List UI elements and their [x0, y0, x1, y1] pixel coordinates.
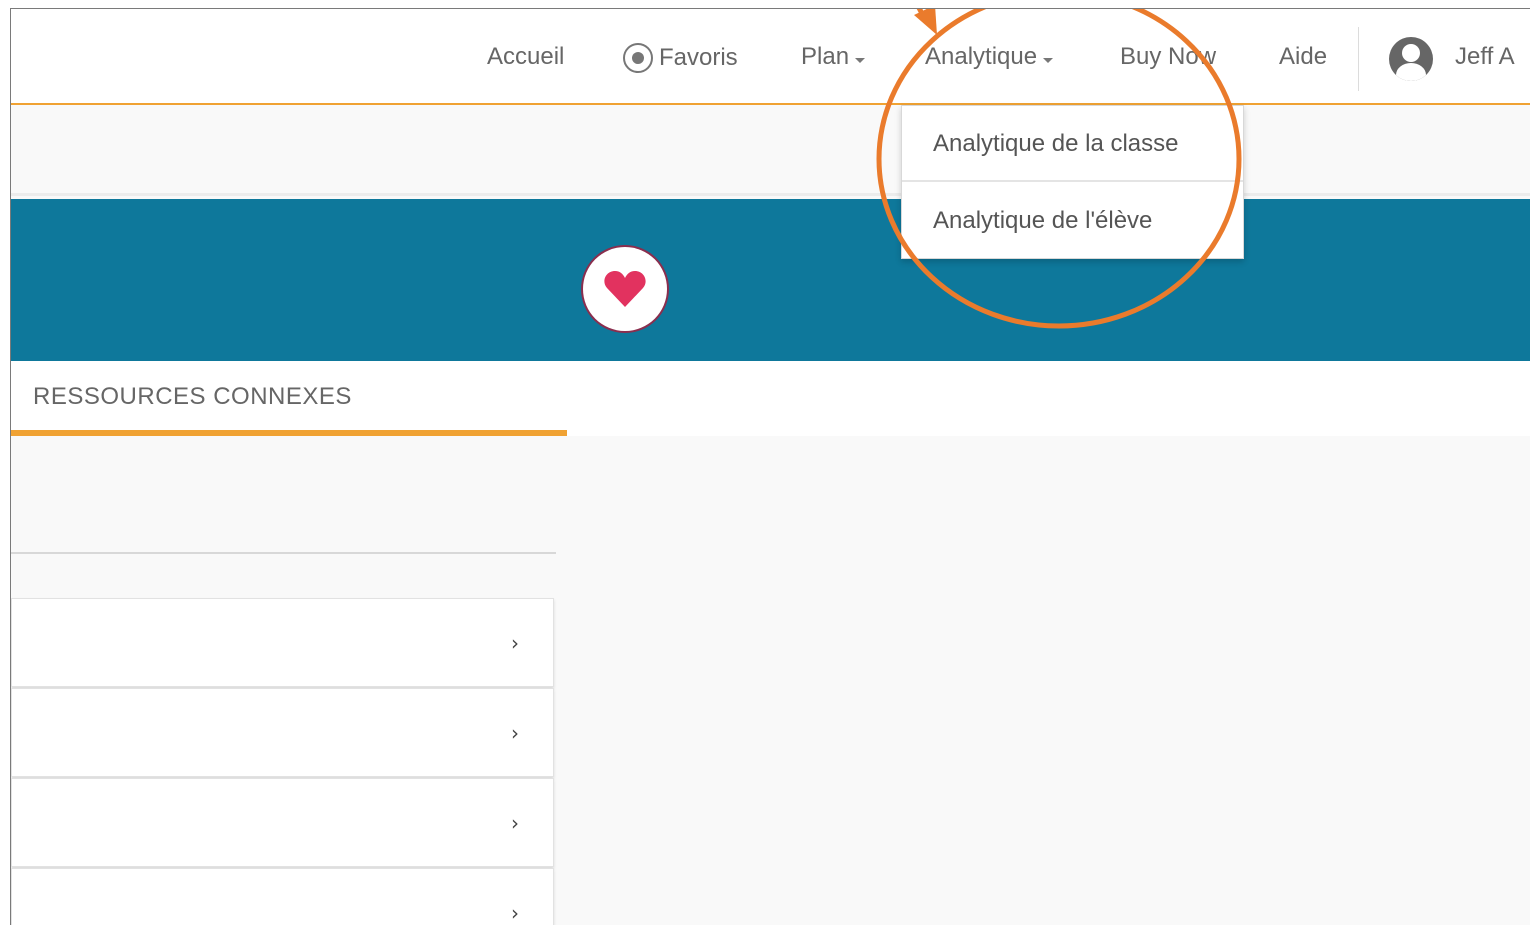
heart-shape-icon	[604, 271, 646, 307]
caret-down-icon	[1043, 57, 1054, 63]
nav-buy-now-link[interactable]: Buy Now	[1120, 43, 1216, 71]
caret-down-icon	[855, 57, 866, 63]
tab-bar: RESSOURCES CONNEXES	[11, 361, 1530, 436]
user-menu-link[interactable]: Jeff A	[1455, 43, 1515, 71]
nav-help-label: Aide	[1279, 43, 1328, 70]
nav-help-link[interactable]: Aide	[1279, 43, 1327, 71]
list-item[interactable]: ›	[11, 598, 554, 687]
nav-home-label: Accueil	[487, 43, 565, 70]
user-avatar-icon[interactable]	[1389, 37, 1433, 81]
menu-item-student-analytics-label: Analytique de l'élève	[933, 207, 1153, 234]
nav-favorites-label: Favoris	[659, 44, 738, 71]
user-icon-head	[1402, 44, 1420, 62]
nav-analytics-dropdown[interactable]: Analytique	[925, 43, 1054, 71]
list-item[interactable]: ›	[11, 688, 554, 777]
nav-divider	[1358, 27, 1359, 91]
hero-banner	[11, 199, 1530, 361]
panel-header	[11, 436, 556, 554]
analytics-dropdown-menu: Analytique de la classe Analytique de l'…	[901, 105, 1244, 259]
user-icon-body	[1396, 63, 1426, 81]
nav-plan-dropdown[interactable]: Plan	[801, 43, 866, 71]
nav-favorites-link[interactable]: Favoris	[623, 43, 738, 73]
chevron-right-icon: ›	[511, 811, 519, 835]
list-item[interactable]: ›	[11, 868, 554, 925]
chevron-right-icon: ›	[511, 631, 519, 655]
app-window: Accueil Favoris Plan Analytique Buy Now …	[10, 8, 1530, 925]
menu-item-student-analytics[interactable]: Analytique de l'élève	[902, 183, 1243, 259]
nav-analytics-label: Analytique	[925, 43, 1038, 70]
nav-buy-now-label: Buy Now	[1120, 43, 1217, 70]
top-navigation: Accueil Favoris Plan Analytique Buy Now …	[11, 9, 1530, 105]
sub-header-bar	[11, 107, 1530, 196]
tab-related-resources[interactable]: RESSOURCES CONNEXES	[11, 361, 567, 436]
menu-item-class-analytics[interactable]: Analytique de la classe	[902, 106, 1243, 182]
list-item[interactable]: ›	[11, 778, 554, 867]
nav-plan-label: Plan	[801, 43, 850, 70]
heart-icon	[583, 247, 667, 331]
chevron-right-icon: ›	[511, 721, 519, 745]
related-resources-panel: › › › ›	[11, 436, 556, 925]
user-name: Jeff A	[1455, 43, 1515, 70]
tab-related-resources-label: RESSOURCES CONNEXES	[33, 383, 352, 410]
favorites-icon	[623, 43, 653, 73]
menu-item-class-analytics-label: Analytique de la classe	[933, 130, 1179, 157]
nav-home-link[interactable]: Accueil	[487, 43, 564, 71]
chevron-right-icon: ›	[511, 901, 519, 925]
